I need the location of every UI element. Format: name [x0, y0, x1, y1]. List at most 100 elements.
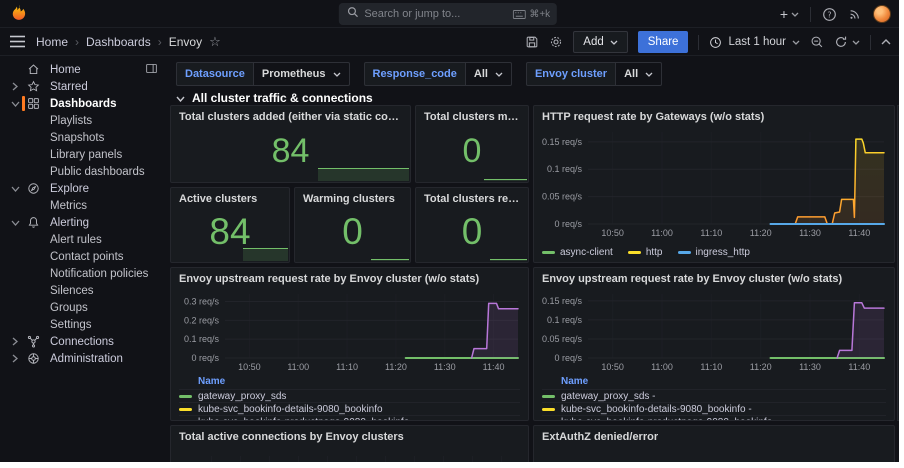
- sidebar-item-public-dashboards[interactable]: Public dashboards: [0, 163, 168, 180]
- sidebar-item-notification-policies[interactable]: Notification policies: [0, 265, 168, 282]
- grafana-logo-icon[interactable]: [10, 4, 29, 23]
- sidebar-item-explore[interactable]: Explore: [0, 180, 168, 197]
- filter-label[interactable]: Response_code: [364, 62, 466, 86]
- news-button[interactable]: [848, 7, 862, 21]
- stat-sparkline: [490, 259, 527, 261]
- sidebar-item-alerting[interactable]: Alerting: [0, 214, 168, 231]
- sidebar-item-contact-points[interactable]: Contact points: [0, 248, 168, 265]
- panel-header[interactable]: Warming clusters: [295, 188, 410, 205]
- breadcrumb-separator: ›: [158, 35, 162, 49]
- sidebar-item-groups[interactable]: Groups: [0, 299, 168, 316]
- dashboard-canvas: Datasource Prometheus Response_code All …: [168, 56, 899, 462]
- save-dashboard-button[interactable]: [525, 35, 539, 49]
- active-accent-bar: [22, 96, 25, 111]
- legend-row[interactable]: kube-svc_bookinfo-details-9080_bookinfo …: [542, 402, 886, 415]
- sidebar-item-dashboards[interactable]: Dashboards: [0, 95, 168, 112]
- legend-item[interactable]: ingress_http: [678, 247, 750, 258]
- refresh-icon: [834, 35, 848, 49]
- svg-text:11:20: 11:20: [385, 362, 407, 372]
- sidebar-item-snapshots[interactable]: Snapshots: [0, 129, 168, 146]
- sidebar-item-metrics[interactable]: Metrics: [0, 197, 168, 214]
- top-nav: ⌘+k + ?: [0, 0, 899, 28]
- panel-total-clusters-removed: Total clusters removed ... 0: [415, 187, 529, 263]
- legend-row[interactable]: kube-svc_bookinfo-productpage-9080_booki…: [542, 415, 886, 420]
- upstream-request-rate-chart[interactable]: 0 req/s0.1 req/s0.2 req/s0.3 req/s10:501…: [171, 288, 528, 374]
- global-search[interactable]: ⌘+k: [338, 3, 556, 25]
- svg-text:0.05 req/s: 0.05 req/s: [542, 334, 583, 344]
- add-panel-button[interactable]: Add: [573, 31, 627, 53]
- chart-legend-table: Namegateway_proxy_sds -kube-svc_bookinfo…: [542, 374, 886, 420]
- breadcrumb-envoy[interactable]: Envoy: [169, 35, 202, 49]
- svg-text:11:40: 11:40: [848, 362, 870, 372]
- chevron-right-icon[interactable]: [8, 82, 22, 91]
- panel-header[interactable]: Total clusters removed ...: [416, 188, 528, 205]
- user-avatar[interactable]: [873, 5, 891, 23]
- sidebar-item-connections[interactable]: Connections: [0, 333, 168, 350]
- filter-value-dropdown[interactable]: All: [466, 62, 512, 86]
- filter-value-dropdown[interactable]: Prometheus: [254, 62, 350, 86]
- divider: [810, 7, 811, 22]
- panel-header[interactable]: Total active connections by Envoy cluste…: [171, 426, 528, 443]
- new-button[interactable]: +: [780, 7, 799, 21]
- sidebar-item-silences[interactable]: Silences: [0, 282, 168, 299]
- sidebar-item-administration[interactable]: Administration: [0, 350, 168, 367]
- filter-label[interactable]: Datasource: [176, 62, 254, 86]
- chevron-down-icon[interactable]: [8, 220, 22, 226]
- legend-row[interactable]: kube-svc_bookinfo-details-9080_bookinfo: [179, 402, 520, 415]
- dock-sidebar-icon[interactable]: [145, 62, 158, 78]
- filter-label[interactable]: Envoy cluster: [526, 62, 616, 86]
- favorite-star-icon[interactable]: ☆: [209, 34, 221, 50]
- sidebar-item-alert-rules[interactable]: Alert rules: [0, 231, 168, 248]
- help-button[interactable]: ?: [822, 7, 837, 22]
- zoom-out-button[interactable]: [810, 35, 824, 49]
- sidebar-item-home[interactable]: Home: [0, 61, 168, 78]
- breadcrumb-dashboards[interactable]: Dashboards: [86, 35, 151, 49]
- sidebar-item-playlists[interactable]: Playlists: [0, 112, 168, 129]
- chevron-down-icon: [610, 40, 618, 45]
- chevron-right-icon[interactable]: [8, 354, 22, 363]
- sidebar-item-starred[interactable]: Starred: [0, 78, 168, 95]
- sidebar-item-library-panels[interactable]: Library panels: [0, 146, 168, 163]
- legend-header-name[interactable]: Name: [179, 374, 520, 389]
- svg-text:11:10: 11:10: [700, 228, 722, 238]
- legend-row[interactable]: kube-svc_bookinfo-productpage-9080_booki…: [179, 415, 520, 420]
- panel-header[interactable]: ExtAuthZ denied/error: [534, 426, 894, 443]
- legend-header-name[interactable]: Name: [542, 374, 886, 389]
- panel-header[interactable]: Envoy upstream request rate by Envoy clu…: [534, 268, 894, 285]
- panel-header[interactable]: Total clusters added (either via static …: [171, 106, 410, 123]
- menu-toggle-icon[interactable]: [10, 35, 25, 53]
- breadcrumb-home[interactable]: Home: [36, 35, 68, 49]
- share-button[interactable]: Share: [638, 31, 689, 53]
- grafana-app: ⌘+k + ? Home › Dashboards ›: [0, 0, 899, 462]
- time-range-picker[interactable]: Last 1 hour: [709, 36, 800, 49]
- search-input[interactable]: [364, 8, 506, 20]
- collapse-toolbar-button[interactable]: [881, 39, 891, 45]
- legend-item[interactable]: async-client: [542, 247, 613, 258]
- legend-label: kube-svc_bookinfo-productpage-9080_booki…: [561, 417, 778, 421]
- star-icon: [26, 80, 41, 93]
- legend-color-dash: [542, 395, 555, 398]
- row-toggle-all-cluster-traffic[interactable]: All cluster traffic & connections: [176, 91, 373, 105]
- panel-upstream-request-rate-right: Envoy upstream request rate by Envoy clu…: [533, 267, 895, 421]
- stat-value: 0: [295, 204, 410, 260]
- connections-plug-icon: [26, 335, 41, 348]
- panel-header[interactable]: HTTP request rate by Gateways (w/o stats…: [534, 106, 894, 123]
- chevron-right-icon[interactable]: [8, 337, 22, 346]
- filter-value-dropdown[interactable]: All: [616, 62, 662, 86]
- search-shortcut: ⌘+k: [512, 9, 550, 20]
- refresh-button[interactable]: [834, 35, 860, 49]
- legend-item[interactable]: http: [628, 247, 663, 258]
- upstream-request-rate-chart[interactable]: 0 req/s0.05 req/s0.1 req/s0.15 req/s10:5…: [534, 288, 894, 374]
- legend-row[interactable]: gateway_proxy_sds -: [542, 389, 886, 402]
- dashboard-settings-button[interactable]: [549, 35, 563, 49]
- panel-header[interactable]: Total clusters modified ...: [416, 106, 528, 123]
- chevron-down-icon[interactable]: [8, 101, 22, 107]
- chevron-down-icon[interactable]: [8, 186, 22, 192]
- legend-label: ingress_http: [696, 247, 750, 258]
- http-request-rate-chart[interactable]: 0 req/s0.05 req/s0.1 req/s0.15 req/s10:5…: [534, 126, 894, 240]
- panel-header[interactable]: Active clusters: [171, 188, 289, 205]
- sidebar-item-settings[interactable]: Settings: [0, 316, 168, 333]
- administration-shield-icon: [26, 352, 41, 365]
- panel-header[interactable]: Envoy upstream request rate by Envoy clu…: [171, 268, 528, 285]
- legend-row[interactable]: gateway_proxy_sds: [179, 389, 520, 402]
